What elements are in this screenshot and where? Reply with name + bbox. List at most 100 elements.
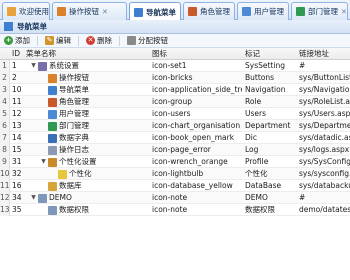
header-code[interactable]: 标记: [245, 48, 260, 60]
delete-button[interactable]: ✕ 删除: [86, 35, 112, 46]
close-icon[interactable]: ✕: [179, 8, 180, 16]
menu-name-label: 数据库: [59, 181, 82, 190]
table-row[interactable]: 4 11 角色管理 icon-group Role sys/RoleList.a…: [0, 96, 350, 108]
close-icon[interactable]: ✕: [233, 8, 234, 16]
cell-url: sys/RoleList.aspx: [299, 97, 350, 106]
cell-url: sys/SysConfig.aspx: [299, 157, 350, 166]
tab-users[interactable]: 用户管理 ✕: [237, 2, 289, 20]
bricks-icon: [57, 7, 66, 16]
group-icon: [48, 97, 57, 107]
cell-icon-class: icon-users: [152, 109, 191, 118]
header-icon[interactable]: 图标: [152, 48, 167, 60]
close-icon[interactable]: ✕: [341, 8, 347, 16]
sidebar-tree-icon: [4, 22, 13, 31]
table-row[interactable]: 5 12 用户管理 icon-users Users sys/Users.asp…: [0, 108, 350, 120]
sidebar-tree-icon: [48, 85, 57, 95]
panel-header: 导航菜单: [0, 20, 350, 34]
cell-icon-class: icon-chart_organisation: [152, 121, 241, 130]
assign-buttons-button[interactable]: 分配按钮: [127, 35, 168, 46]
cell-url: sys/ButtonList.aspx: [299, 73, 350, 82]
users-icon: [242, 7, 251, 16]
assign-buttons-label: 分配按钮: [138, 36, 168, 45]
menu-name-label: 个性化: [69, 169, 92, 178]
panel-title: 导航菜单: [17, 22, 47, 31]
tab-buttons[interactable]: 操作按钮 ✕: [52, 2, 127, 20]
page-error-icon: [48, 145, 57, 155]
header-id[interactable]: ID: [12, 48, 20, 60]
add-button-label: 添加: [15, 36, 30, 45]
cell-id: 14: [12, 133, 22, 142]
table-row[interactable]: 8 15 操作日志 icon-page_error Log sys/logs.a…: [0, 144, 350, 156]
cell-code: Profile: [245, 157, 269, 166]
org-chart-icon: [48, 121, 57, 131]
cell-menu-name: ▼ 系统设置: [26, 60, 148, 72]
tab-roles[interactable]: 角色管理 ✕: [183, 2, 235, 20]
toolbar: + 添加 ✎ 编辑 ✕ 删除 分配按钮: [0, 34, 350, 48]
cell-menu-name: 操作日志: [26, 144, 148, 156]
delete-icon: ✕: [86, 36, 95, 45]
menu-tree-grid: ID 菜单名称 图标 标记 链接地址 1 1 ▼ 系统设置 icon-set1 …: [0, 48, 350, 216]
group-icon: [188, 7, 197, 16]
collapse-toggle[interactable]: ▼: [30, 60, 37, 72]
cell-menu-name: 导航菜单: [26, 84, 148, 96]
table-row[interactable]: 12 34 ▼ DEMO icon-note DEMO #: [0, 192, 350, 204]
collapse-toggle[interactable]: ▼: [30, 192, 37, 204]
table-row[interactable]: 3 10 导航菜单 icon-application_side_tree Nav…: [0, 84, 350, 96]
toolbar-divider: [78, 35, 79, 46]
tab-strip: 欢迎使用 操作按钮 ✕ 导航菜单 ✕ 角色管理 ✕ 用户管理 ✕ 部门管理 ✕: [0, 0, 350, 21]
table-row[interactable]: 6 13 部门管理 icon-chart_organisation Depart…: [0, 120, 350, 132]
collapse-toggle[interactable]: ▼: [40, 156, 47, 168]
home-icon: [7, 7, 16, 16]
cell-icon-class: icon-lightbulb: [152, 169, 204, 178]
header-menu-name[interactable]: 菜单名称: [26, 48, 56, 60]
table-row[interactable]: 10 32 个性化 icon-lightbulb 个性化 sys/sysconf…: [0, 168, 350, 180]
edit-button[interactable]: ✎ 编辑: [45, 35, 71, 46]
cell-url: #: [299, 61, 306, 70]
edit-button-label: 编辑: [56, 36, 71, 45]
row-number: 9: [0, 156, 10, 168]
table-row[interactable]: 11 16 数据库 icon-database_yellow DataBase …: [0, 180, 350, 192]
cell-menu-name: ▼ 个性化设置: [26, 156, 148, 168]
cell-icon-class: icon-wrench_orange: [152, 157, 228, 166]
tab-navigation[interactable]: 导航菜单 ✕: [129, 2, 181, 21]
close-icon[interactable]: ✕: [287, 8, 288, 16]
header-url[interactable]: 链接地址: [299, 48, 329, 60]
cell-icon-class: icon-page_error: [152, 145, 211, 154]
cell-id: 16: [12, 181, 22, 190]
add-button[interactable]: + 添加: [4, 35, 30, 46]
cell-id: 15: [12, 145, 22, 154]
menu-name-label: 操作日志: [59, 145, 89, 154]
cell-icon-class: icon-set1: [152, 61, 187, 70]
tab-departments[interactable]: 部门管理 ✕: [291, 2, 348, 20]
menu-name-label: 部门管理: [59, 121, 89, 130]
table-row[interactable]: 2 2 操作按钮 icon-bricks Buttons sys/ButtonL…: [0, 72, 350, 84]
cell-code: 个性化: [245, 169, 268, 178]
cell-menu-name: 角色管理: [26, 96, 148, 108]
bricks-icon: [48, 73, 57, 83]
cell-icon-class: icon-application_side_tree: [152, 85, 242, 94]
cell-code: 数据权限: [245, 205, 275, 214]
grid-body: 1 1 ▼ 系统设置 icon-set1 SysSetting # 2 2 操作…: [0, 60, 350, 216]
tab-welcome[interactable]: 欢迎使用: [2, 2, 50, 20]
tab-label: 部门管理: [308, 7, 338, 16]
cell-menu-name: 数据权限: [26, 204, 148, 216]
cell-icon-class: icon-group: [152, 97, 193, 106]
database-icon: [48, 181, 57, 191]
cell-id: 12: [12, 109, 22, 118]
table-row[interactable]: 1 1 ▼ 系统设置 icon-set1 SysSetting #: [0, 60, 350, 72]
row-number: 12: [0, 192, 10, 204]
cell-url: #: [299, 193, 306, 202]
close-icon[interactable]: ✕: [102, 8, 108, 16]
cell-icon-class: icon-note: [152, 205, 188, 214]
cell-menu-name: 个性化: [26, 168, 148, 180]
cell-code: Role: [245, 97, 262, 106]
cell-menu-name: 数据库: [26, 180, 148, 192]
cell-id: 13: [12, 121, 22, 130]
table-row[interactable]: 7 14 数据字典 icon-book_open_mark Dic sys/da…: [0, 132, 350, 144]
row-number: 3: [0, 84, 10, 96]
row-number: 1: [0, 60, 10, 72]
row-number: 2: [0, 72, 10, 84]
toolbar-divider: [119, 35, 120, 46]
table-row[interactable]: 9 31 ▼ 个性化设置 icon-wrench_orange Profile …: [0, 156, 350, 168]
table-row[interactable]: 13 35 数据权限 icon-note 数据权限 demo/datatest.…: [0, 204, 350, 216]
